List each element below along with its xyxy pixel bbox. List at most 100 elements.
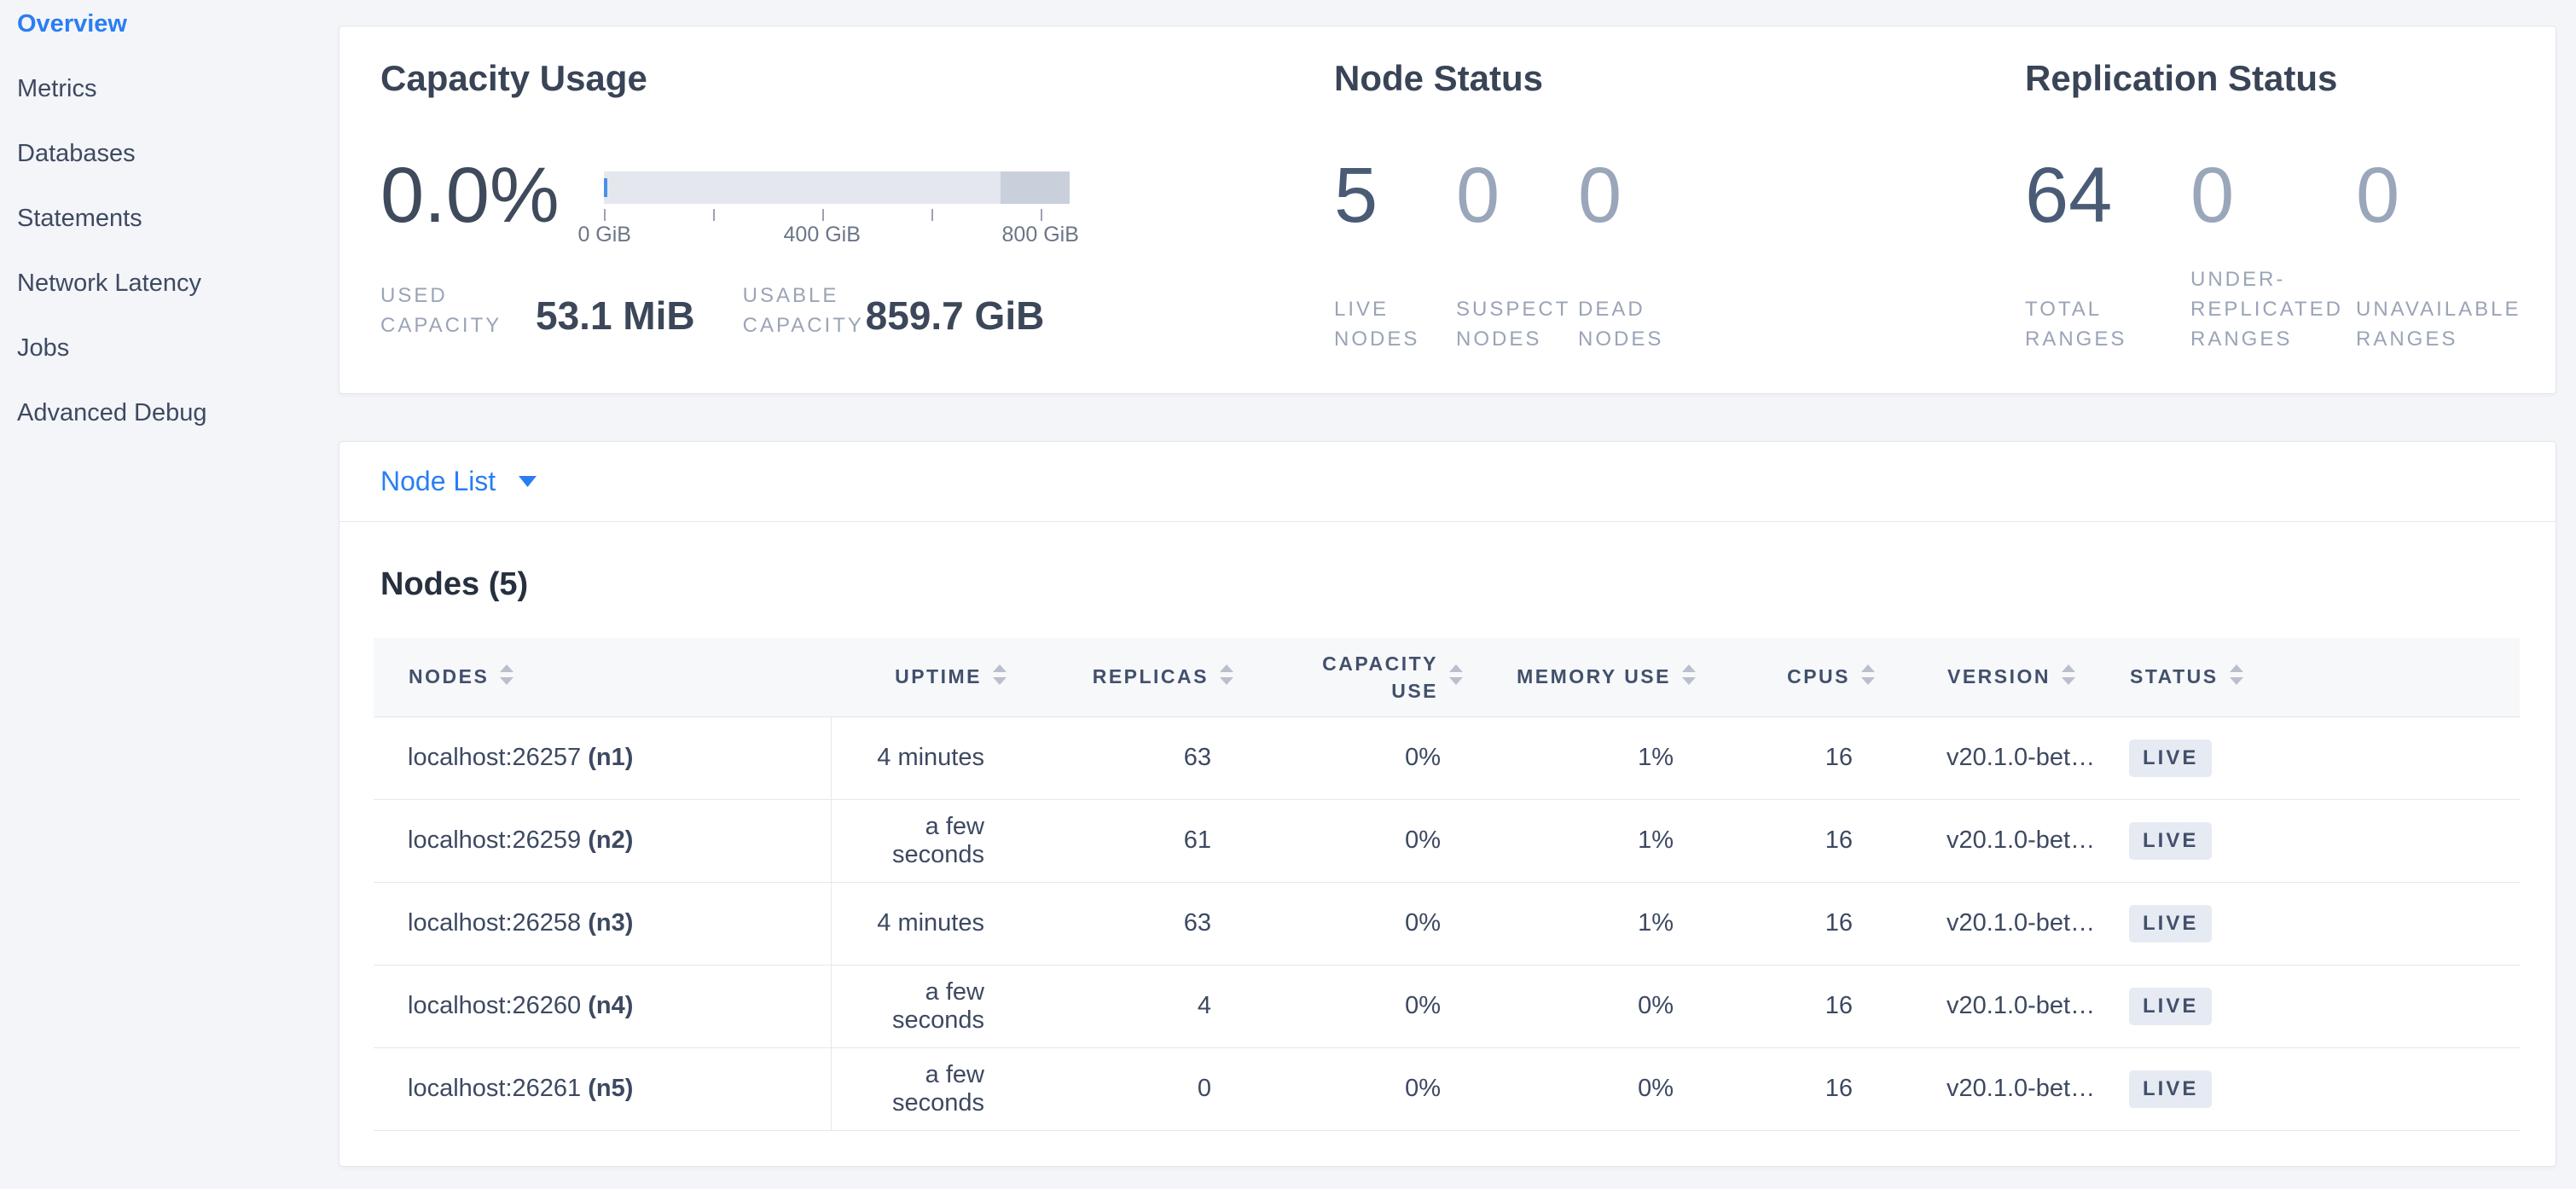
sidebar-item-statements[interactable]: Statements bbox=[17, 205, 339, 270]
table-row[interactable]: localhost:26257 (n1)4 minutes630%1%16v20… bbox=[374, 716, 2520, 799]
sort-icon[interactable] bbox=[1447, 662, 1465, 693]
version-cell: v20.1.0-bet… bbox=[1882, 716, 2129, 799]
capacity-use-cell: 0% bbox=[1240, 1047, 1470, 1130]
table-row[interactable]: localhost:26259 (n2)a few seconds610%1%1… bbox=[374, 799, 2520, 882]
overview-page: OverviewMetricsDatabasesStatementsNetwor… bbox=[0, 0, 2576, 1189]
column-header-version[interactable]: VERSION bbox=[1882, 638, 2129, 716]
sidebar-item-metrics[interactable]: Metrics bbox=[17, 75, 339, 140]
table-row[interactable]: localhost:26258 (n3)4 minutes630%1%16v20… bbox=[374, 882, 2520, 965]
replicas-cell: 0 bbox=[1013, 1047, 1240, 1130]
replicas-cell: 61 bbox=[1013, 799, 1240, 882]
stat-value: 64 bbox=[2025, 158, 2190, 233]
status-badge: LIVE bbox=[2129, 988, 2212, 1025]
capacity-usage-title: Capacity Usage bbox=[380, 57, 1070, 100]
replicas-cell: 4 bbox=[1013, 965, 1240, 1047]
stat-value: 0 bbox=[2356, 158, 2521, 233]
cpus-cell: 16 bbox=[1703, 1047, 1882, 1130]
column-header-replicas[interactable]: REPLICAS bbox=[1013, 638, 1240, 716]
table-row[interactable]: localhost:26260 (n4)a few seconds40%0%16… bbox=[374, 965, 2520, 1047]
capacity-bar-block: 0 GiB 400 GiB 800 GiB bbox=[604, 171, 1070, 250]
capacity-axis-ticks bbox=[604, 204, 1070, 221]
memory-use-cell: 1% bbox=[1470, 716, 1703, 799]
sidebar-item-advanced-debug[interactable]: Advanced Debug bbox=[17, 399, 339, 464]
stat-label: UNAVAILABLE RANGES bbox=[2356, 258, 2535, 354]
sidebar-item-databases[interactable]: Databases bbox=[17, 140, 339, 205]
capacity-use-cell: 0% bbox=[1240, 882, 1470, 965]
stat-suspect-nodes: 0SUSPECT NODES bbox=[1456, 158, 1578, 354]
axis-label-800gib: 800 GiB bbox=[1002, 223, 1079, 247]
sidebar-item-jobs[interactable]: Jobs bbox=[17, 334, 339, 399]
sort-icon[interactable] bbox=[1680, 662, 1698, 693]
sort-icon[interactable] bbox=[2059, 662, 2078, 693]
stat-value: 0 bbox=[2190, 158, 2356, 233]
axis-label-0gib: 0 GiB bbox=[577, 223, 631, 247]
node-list-card-header: Node List bbox=[339, 442, 2556, 522]
node-list-dropdown-label: Node List bbox=[380, 466, 496, 497]
stat-dead-nodes: 0DEAD NODES bbox=[1578, 158, 1700, 354]
capacity-usage-section: Capacity Usage 0.0% 0 GiB 400 GiB 800 Gi… bbox=[380, 57, 1070, 340]
capacity-used-percent: 0.0% bbox=[380, 158, 560, 233]
status-badge: LIVE bbox=[2129, 740, 2212, 777]
uptime-cell: 4 minutes bbox=[831, 716, 1013, 799]
replicas-cell: 63 bbox=[1013, 716, 1240, 799]
column-header-cpus[interactable]: CPUS bbox=[1703, 638, 1882, 716]
replication-status-title: Replication Status bbox=[2025, 57, 2521, 100]
column-header-uptime[interactable]: UPTIME bbox=[831, 638, 1013, 716]
nodes-table: NODES UPTIME REPLICAS CAPACITY USE MEMOR… bbox=[374, 638, 2520, 1131]
used-capacity-value: 53.1 MiB bbox=[536, 293, 695, 340]
replication-status-stats: 64TOTAL RANGES0UNDER-REPLICATED RANGES0U… bbox=[2025, 158, 2521, 354]
version-cell: v20.1.0-bet… bbox=[1882, 1047, 2129, 1130]
column-header-capacity-use[interactable]: CAPACITY USE bbox=[1240, 638, 1470, 716]
stat-under-replicated-ranges: 0UNDER-REPLICATED RANGES bbox=[2190, 158, 2356, 354]
stat-label: LIVE NODES bbox=[1334, 258, 1462, 354]
nodes-count-heading: Nodes (5) bbox=[380, 563, 2556, 606]
stat-total-ranges: 64TOTAL RANGES bbox=[2025, 158, 2190, 354]
stat-live-nodes: 5LIVE NODES bbox=[1334, 158, 1456, 354]
capacity-used-indicator bbox=[604, 178, 607, 197]
column-header-memory-use[interactable]: MEMORY USE bbox=[1470, 638, 1703, 716]
status-badge: LIVE bbox=[2129, 822, 2212, 860]
column-header-nodes[interactable]: NODES bbox=[374, 638, 831, 716]
sidebar-item-network-latency[interactable]: Network Latency bbox=[17, 270, 339, 334]
node-address-cell[interactable]: localhost:26257 (n1) bbox=[374, 716, 831, 799]
used-capacity-label: USED CAPACITY bbox=[380, 281, 536, 340]
sort-icon[interactable] bbox=[497, 662, 516, 693]
node-status-title: Node Status bbox=[1334, 57, 1700, 100]
sidebar-list: OverviewMetricsDatabasesStatementsNetwor… bbox=[0, 10, 339, 464]
sidebar-item-overview[interactable]: Overview bbox=[17, 10, 339, 75]
uptime-cell: a few seconds bbox=[831, 965, 1013, 1047]
node-status-section: Node Status 5LIVE NODES0SUSPECT NODES0DE… bbox=[1334, 57, 1700, 354]
stat-unavailable-ranges: 0UNAVAILABLE RANGES bbox=[2356, 158, 2521, 354]
status-cell: LIVE bbox=[2129, 799, 2520, 882]
status-badge: LIVE bbox=[2129, 905, 2212, 942]
replicas-cell: 63 bbox=[1013, 882, 1240, 965]
stat-label: DEAD NODES bbox=[1578, 258, 1706, 354]
cpus-cell: 16 bbox=[1703, 799, 1882, 882]
node-address-cell[interactable]: localhost:26258 (n3) bbox=[374, 882, 831, 965]
capacity-use-cell: 0% bbox=[1240, 965, 1470, 1047]
capacity-usage-gauge: 0.0% 0 GiB 400 GiB 800 GiB bbox=[380, 158, 1070, 250]
stat-value: 0 bbox=[1456, 158, 1578, 233]
version-cell: v20.1.0-bet… bbox=[1882, 882, 2129, 965]
node-address-cell[interactable]: localhost:26260 (n4) bbox=[374, 965, 831, 1047]
node-address-cell[interactable]: localhost:26261 (n5) bbox=[374, 1047, 831, 1130]
sort-icon[interactable] bbox=[990, 662, 1009, 693]
stat-value: 5 bbox=[1334, 158, 1456, 233]
node-address-cell[interactable]: localhost:26259 (n2) bbox=[374, 799, 831, 882]
capacity-use-cell: 0% bbox=[1240, 799, 1470, 882]
uptime-cell: a few seconds bbox=[831, 799, 1013, 882]
uptime-cell: 4 minutes bbox=[831, 882, 1013, 965]
caret-down-icon bbox=[518, 475, 537, 488]
sort-icon[interactable] bbox=[2227, 662, 2246, 693]
sidebar: OverviewMetricsDatabasesStatementsNetwor… bbox=[0, 0, 339, 464]
stat-label: UNDER-REPLICATED RANGES bbox=[2190, 258, 2370, 354]
table-row[interactable]: localhost:26261 (n5)a few seconds00%0%16… bbox=[374, 1047, 2520, 1130]
cpus-cell: 16 bbox=[1703, 716, 1882, 799]
capacity-stats: USED CAPACITY 53.1 MiB USABLE CAPACITY 8… bbox=[380, 281, 1070, 340]
node-list-dropdown[interactable]: Node List bbox=[380, 466, 537, 497]
sort-icon[interactable] bbox=[1859, 662, 1877, 693]
cpus-cell: 16 bbox=[1703, 882, 1882, 965]
node-list-card: Node List Nodes (5) NODES UPTIME REPLICA… bbox=[339, 441, 2556, 1167]
column-header-status[interactable]: STATUS bbox=[2129, 638, 2520, 716]
sort-icon[interactable] bbox=[1217, 662, 1236, 693]
